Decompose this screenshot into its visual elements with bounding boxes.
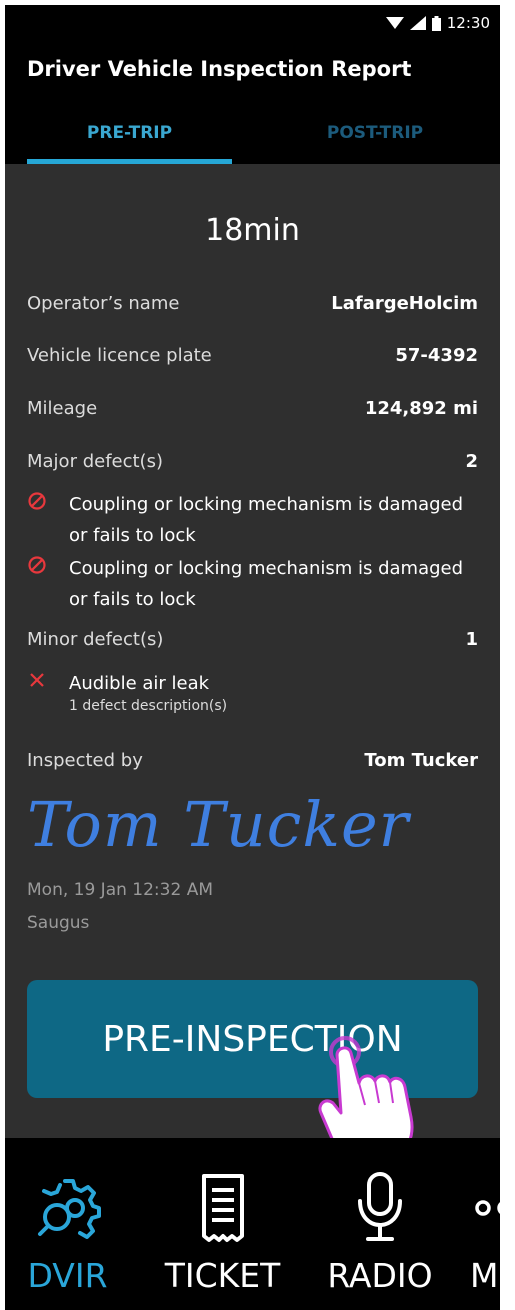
nav-label-ticket: TICKET bbox=[164, 1256, 281, 1295]
mileage-row: Mileage 124,892 mi bbox=[27, 398, 478, 419]
nav-item-radio[interactable]: RADIO bbox=[305, 1138, 455, 1310]
signal-icon bbox=[409, 16, 426, 30]
nav-label-dvir: DVIR bbox=[27, 1256, 108, 1295]
tab-pre-trip[interactable]: PRE-TRIP bbox=[27, 119, 232, 159]
operator-row: Operator’s name LafargeHolcim bbox=[27, 293, 478, 314]
operator-label: Operator’s name bbox=[27, 293, 180, 314]
inspection-datetime: Mon, 19 Jan 12:32 AM bbox=[27, 880, 213, 900]
mileage-value: 124,892 mi bbox=[364, 398, 478, 419]
signature: Tom Tucker bbox=[27, 788, 410, 861]
close-icon bbox=[27, 670, 47, 690]
nav-item-more[interactable]: MC bbox=[453, 1138, 500, 1310]
app-bar: Driver Vehicle Inspection Report PRE-TRI… bbox=[5, 41, 500, 164]
major-defect-text: Coupling or locking mechanism is damaged… bbox=[69, 558, 464, 610]
tab-indicator bbox=[27, 159, 232, 164]
major-defects-row: Major defect(s) 2 bbox=[27, 451, 478, 472]
major-defect-item[interactable]: Coupling or locking mechanism is damaged… bbox=[27, 553, 478, 615]
minor-defects-count: 1 bbox=[465, 629, 478, 650]
status-bar: 12:30 bbox=[5, 5, 500, 41]
inspection-duration: 18min bbox=[205, 213, 300, 248]
nav-item-ticket[interactable]: TICKET bbox=[135, 1138, 310, 1310]
plate-row: Vehicle licence plate 57-4392 bbox=[27, 345, 478, 366]
nav-label-more: MC bbox=[470, 1256, 500, 1295]
receipt-icon bbox=[135, 1168, 310, 1248]
phone-screen: 12:30 Driver Vehicle Inspection Report P… bbox=[5, 5, 500, 1310]
minor-defect-text: Audible air leak bbox=[69, 673, 210, 694]
nav-label-radio: RADIO bbox=[327, 1256, 433, 1295]
inspection-location: Saugus bbox=[27, 913, 90, 933]
plate-label: Vehicle licence plate bbox=[27, 345, 212, 366]
minor-defects-row: Minor defect(s) 1 bbox=[27, 629, 478, 650]
minor-defect-item[interactable]: Audible air leak 1 defect description(s) bbox=[27, 668, 478, 724]
battery-icon bbox=[431, 15, 441, 31]
page-title: Driver Vehicle Inspection Report bbox=[27, 57, 412, 81]
inspected-by-label: Inspected by bbox=[27, 750, 143, 771]
inspector-name: Tom Tucker bbox=[364, 750, 478, 771]
nav-item-dvir[interactable]: DVIR bbox=[5, 1138, 130, 1310]
more-icon bbox=[453, 1168, 500, 1248]
major-defect-item[interactable]: Coupling or locking mechanism is damaged… bbox=[27, 489, 478, 551]
mileage-label: Mileage bbox=[27, 398, 98, 419]
plate-value: 57-4392 bbox=[395, 345, 478, 366]
wifi-icon bbox=[385, 16, 404, 30]
major-defect-text: Coupling or locking mechanism is damaged… bbox=[69, 494, 464, 546]
major-defects-count: 2 bbox=[465, 451, 478, 472]
bottom-nav: DVIR TICKET RADIO M bbox=[5, 1138, 500, 1310]
status-time: 12:30 bbox=[446, 14, 490, 32]
inspected-by-row: Inspected by Tom Tucker bbox=[27, 750, 478, 771]
prohibited-icon bbox=[27, 491, 47, 511]
microphone-icon bbox=[305, 1168, 455, 1248]
operator-value: LafargeHolcim bbox=[331, 293, 478, 314]
prohibited-icon bbox=[27, 555, 47, 575]
tab-post-trip[interactable]: POST-TRIP bbox=[275, 119, 475, 159]
minor-defects-label: Minor defect(s) bbox=[27, 629, 164, 650]
major-defects-label: Major defect(s) bbox=[27, 451, 163, 472]
gear-search-icon bbox=[5, 1168, 130, 1248]
defect-description-count: 1 defect description(s) bbox=[69, 698, 228, 714]
